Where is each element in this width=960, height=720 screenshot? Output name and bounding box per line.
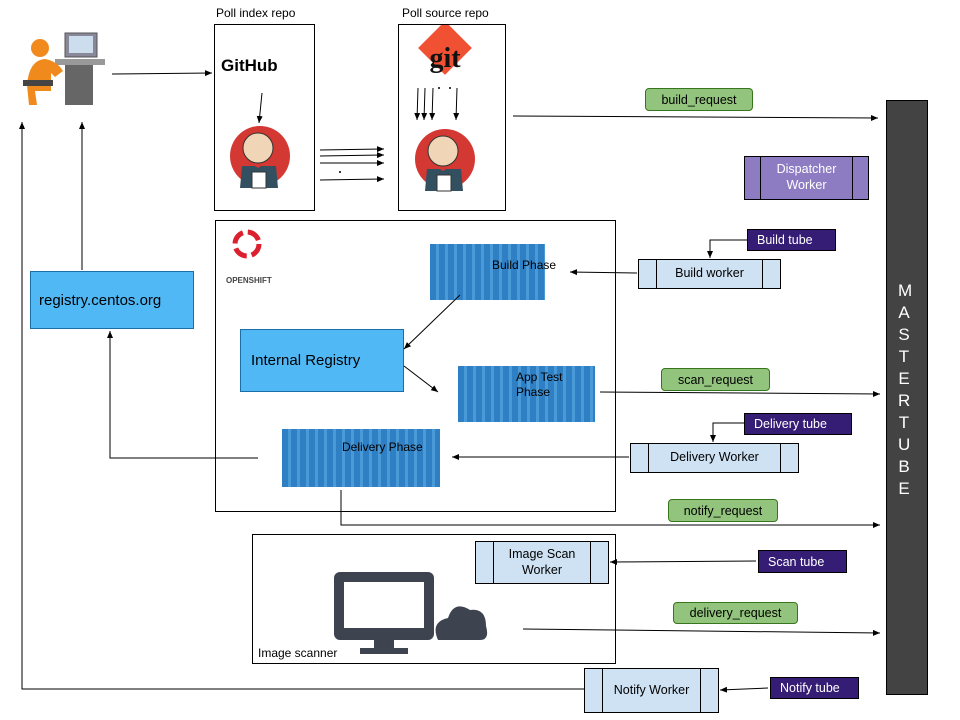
arrow	[319, 176, 385, 183]
arrow	[19, 122, 584, 690]
arrow	[710, 422, 744, 442]
arrow	[414, 87, 421, 121]
arrow	[609, 558, 757, 565]
arrow	[453, 87, 460, 121]
arrow	[319, 152, 385, 159]
arrow	[429, 87, 436, 121]
arrow	[256, 92, 263, 124]
arrow	[707, 239, 747, 258]
connector-arrows	[19, 70, 881, 693]
arrow	[522, 628, 881, 636]
arrow	[421, 87, 428, 121]
arrow	[719, 686, 769, 693]
arrow	[403, 294, 461, 350]
arrow	[319, 146, 385, 153]
arrow	[340, 490, 880, 528]
arrow	[107, 331, 258, 459]
arrow	[599, 390, 881, 397]
arrow	[111, 70, 213, 77]
arrow	[403, 365, 439, 393]
arrow	[512, 114, 879, 121]
arrow	[569, 269, 638, 276]
